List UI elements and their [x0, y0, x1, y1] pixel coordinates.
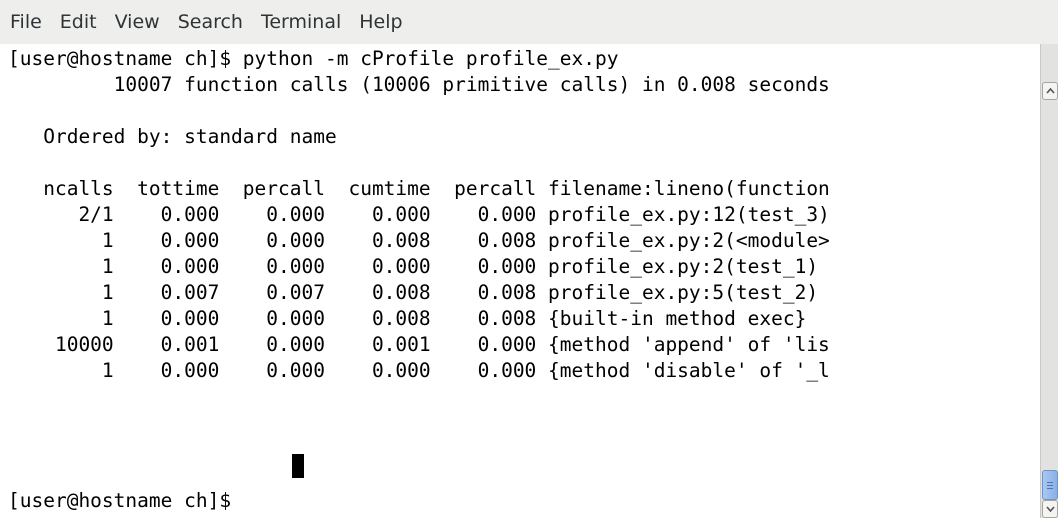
table-row: 10000 0.001 0.000 0.001 0.000 {method 'a…	[8, 333, 830, 356]
table-row: 1 0.000 0.000 0.008 0.008 profile_ex.py:…	[8, 229, 830, 252]
thumb-grip	[1047, 488, 1053, 489]
scroll-down-button[interactable]	[1042, 500, 1058, 518]
menu-bar: File Edit View Search Terminal Help	[0, 0, 1058, 44]
summary-line: 10007 function calls (10006 primitive ca…	[8, 73, 830, 96]
menu-edit[interactable]: Edit	[51, 11, 106, 33]
ordered-by-line: Ordered by: standard name	[8, 125, 337, 148]
table-row: 1 0.000 0.000 0.000 0.000 profile_ex.py:…	[8, 255, 819, 278]
table-row: 1 0.000 0.000 0.000 0.000 {method 'disab…	[8, 359, 830, 382]
table-row: 1 0.000 0.000 0.008 0.008 {built-in meth…	[8, 307, 807, 330]
scrollbar-thumb[interactable]	[1042, 470, 1058, 500]
menu-help[interactable]: Help	[350, 11, 411, 33]
shell-prompt: [user@hostname ch]$	[8, 489, 243, 512]
thumb-grip	[1047, 485, 1053, 486]
menu-search[interactable]: Search	[169, 11, 252, 33]
command-line: [user@hostname ch]$ python -m cProfile p…	[8, 47, 619, 70]
terminal-window: File Edit View Search Terminal Help [use…	[0, 0, 1058, 518]
menu-terminal[interactable]: Terminal	[252, 11, 350, 33]
menu-view[interactable]: View	[106, 11, 169, 33]
table-row: 1 0.007 0.007 0.008 0.008 profile_ex.py:…	[8, 281, 819, 304]
menu-file[interactable]: File	[10, 11, 51, 33]
thumb-grip	[1047, 482, 1053, 483]
chevron-up-icon	[1046, 87, 1055, 94]
scroll-up-button[interactable]	[1042, 82, 1058, 100]
text-cursor	[292, 454, 304, 478]
table-header: ncalls tottime percall cumtime percall f…	[8, 177, 830, 200]
chevron-down-icon	[1046, 506, 1055, 513]
table-row: 2/1 0.000 0.000 0.000 0.000 profile_ex.p…	[8, 203, 830, 226]
vertical-scrollbar[interactable]	[1040, 44, 1058, 518]
terminal-output[interactable]: [user@hostname ch]$ python -m cProfile p…	[0, 44, 1040, 518]
